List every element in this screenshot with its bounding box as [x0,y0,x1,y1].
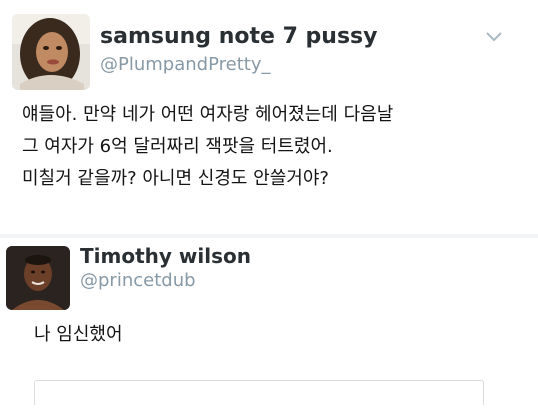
tweet-text-line: 그 여자가 6억 달러짜리 잭팟을 터트렸어. [22,136,333,157]
avatar[interactable] [6,246,70,310]
user-photo-icon [12,14,90,90]
embedded-card-frame [34,380,484,405]
chevron-down-icon[interactable] [484,30,504,44]
tweet-author-name[interactable]: samsung note 7 pussy [100,24,377,49]
tweet-author-name[interactable]: Timothy wilson [80,244,251,268]
screenshot-page: samsung note 7 pussy @PlumpandPretty_ 얘들… [0,0,538,410]
tweet-text: 얘들아. 만약 네가 어떤 여자랑 헤어졌는데 다음날 그 여자가 6억 달러짜… [22,99,502,195]
tweet-card-reply[interactable]: Timothy wilson @princetdub 나 임신했어 [0,238,538,410]
avatar[interactable] [12,14,90,90]
tweet-text: 나 임신했어 [34,324,123,345]
tweet-text-line: 얘들아. 만약 네가 어떤 여자랑 헤어졌는데 다음날 [22,104,394,125]
tweet-card-original[interactable]: samsung note 7 pussy @PlumpandPretty_ 얘들… [6,4,506,232]
embedded-card-edge [0,380,538,408]
tweet-author-handle[interactable]: @princetdub [80,270,196,291]
tweet-author-handle[interactable]: @PlumpandPretty_ [100,54,270,75]
user-photo-icon [6,246,70,310]
tweet-text-line: 미칠거 같을까? 아니면 신경도 안쓸거야? [22,168,329,189]
